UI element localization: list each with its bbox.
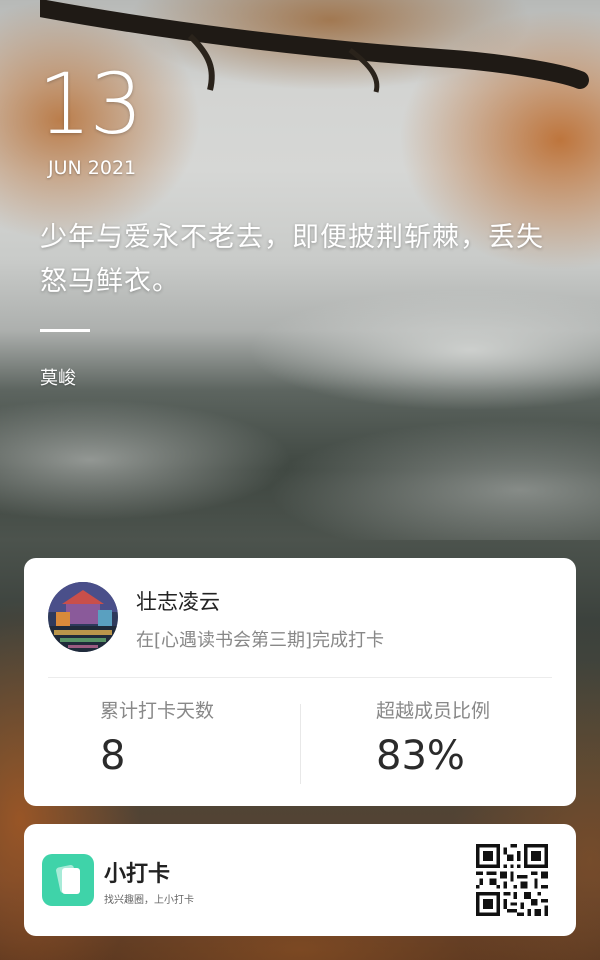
date-day: 13 (38, 55, 143, 153)
stat-surpass-ratio: 超越成员比例 83% (376, 696, 600, 779)
qr-code-icon[interactable] (476, 844, 548, 916)
avatar[interactable] (48, 582, 118, 652)
brand-card: 小打卡 找兴趣圈，上小打卡 (24, 824, 576, 936)
user-name: 壮志凌云 (136, 590, 220, 614)
card-stack-icon (42, 854, 94, 906)
user-checkin-card: 壮志凌云 在[心遇读书会第三期]完成打卡 累计打卡天数 8 超越成员比例 83% (24, 558, 576, 806)
quote-text: 少年与爱永不老去，即便披荆斩棘，丢失怒马鲜衣。 (40, 222, 544, 297)
app-name: 小打卡 (104, 862, 171, 887)
background-fog (0, 280, 600, 540)
card-divider (48, 677, 552, 678)
checkin-description: 在[心遇读书会第三期]完成打卡 (136, 630, 385, 651)
date-month-year: JUN 2021 (48, 157, 137, 179)
stat-total-days-value: 8 (100, 733, 126, 779)
quote-author: 莫峻 (40, 368, 76, 389)
stat-surpass-ratio-label: 超越成员比例 (376, 700, 491, 722)
app-slogan: 找兴趣圈，上小打卡 (104, 895, 194, 906)
stat-total-days-label: 累计打卡天数 (100, 700, 215, 722)
quote-divider (40, 329, 90, 332)
stat-surpass-ratio-value: 83% (376, 733, 465, 779)
stat-total-days: 累计打卡天数 8 (100, 696, 376, 779)
stat-separator (300, 704, 301, 784)
